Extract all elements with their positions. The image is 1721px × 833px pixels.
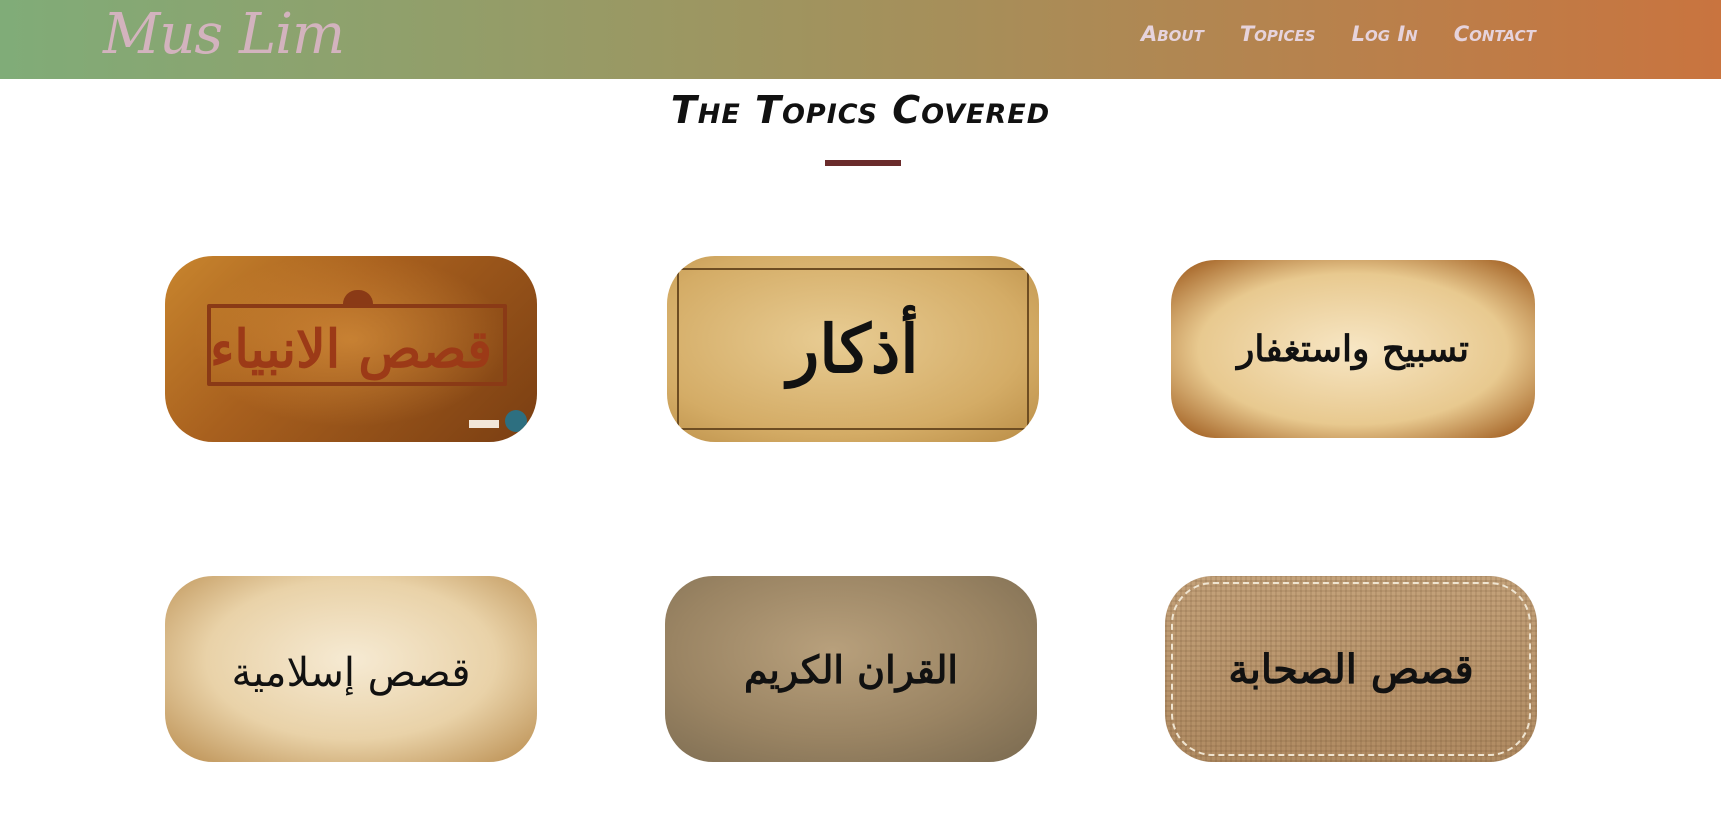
channel-logo-icon — [505, 410, 527, 432]
topic-card-islamic-stories[interactable]: قصص إسلامية — [165, 576, 537, 762]
top-navbar: Mus Lim About Topices Log In Contact — [0, 0, 1721, 79]
topic-card-label: قصص الانبياء — [209, 318, 492, 380]
topic-card-prophets-stories[interactable]: قصص الانبياء — [165, 256, 537, 442]
title-underline — [825, 160, 901, 166]
crown-decoration — [343, 290, 373, 304]
topic-card-adhkar[interactable]: أذكار — [667, 256, 1039, 442]
topic-card-holy-quran[interactable]: القران الكريم — [665, 576, 1037, 762]
topic-card-companions-stories[interactable]: قصص الصحابة — [1165, 576, 1537, 762]
nav-link-contact[interactable]: Contact — [1454, 22, 1536, 46]
nav-links: About Topices Log In Contact — [1141, 22, 1572, 46]
nav-link-login[interactable]: Log In — [1352, 22, 1418, 46]
nav-link-about[interactable]: About — [1141, 22, 1204, 46]
topic-card-label: القران الكريم — [744, 646, 958, 692]
channel-number — [469, 420, 499, 428]
topic-card-tasbih-istighfar[interactable]: تسبيح واستغفار — [1167, 256, 1539, 442]
section-title: The Topics Covered — [670, 88, 1051, 132]
nav-link-topics[interactable]: Topices — [1240, 22, 1316, 46]
topic-card-label: أذكار — [787, 310, 919, 388]
topic-card-label: قصص الصحابة — [1228, 645, 1474, 693]
topic-card-label: قصص إسلامية — [231, 650, 471, 696]
brand-logo[interactable]: Mus Lim — [103, 2, 345, 67]
topic-card-label: تسبيح واستغفار — [1237, 328, 1469, 370]
